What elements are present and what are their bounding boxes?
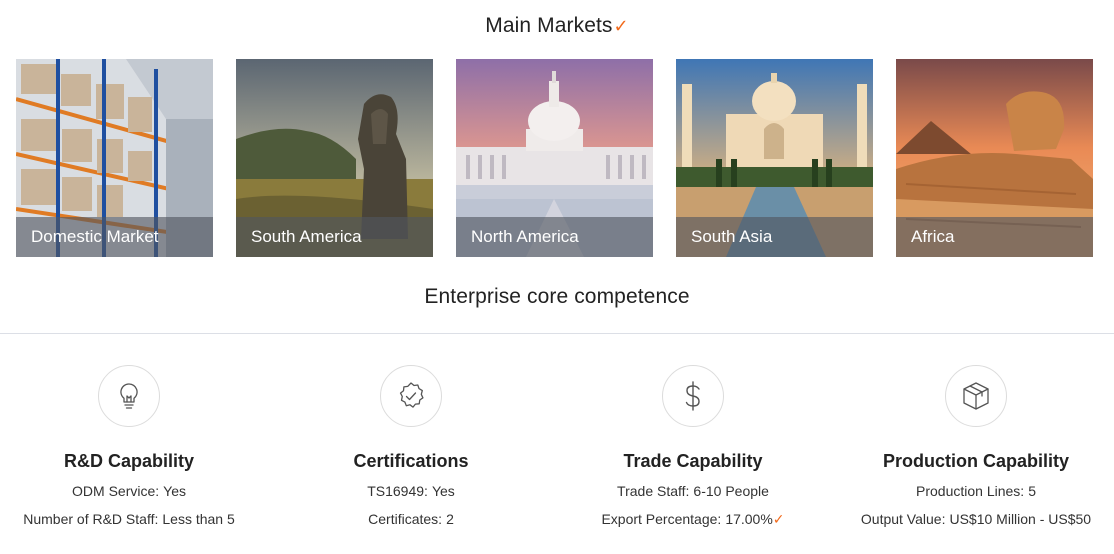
- core-competence-title: Enterprise core competence: [424, 285, 690, 308]
- competence-row: Export Percentage: 17.00%✓: [601, 511, 785, 527]
- lightbulb-icon: [98, 365, 160, 427]
- competence-row: TS16949: Yes: [367, 483, 455, 499]
- competence-title: Trade Capability: [623, 451, 763, 471]
- market-label: North America: [471, 227, 579, 246]
- competence-production: Production Capability Production Lines: 5…: [836, 365, 1114, 527]
- market-label: Domestic Market: [31, 227, 159, 246]
- box-icon: [945, 365, 1007, 427]
- competence-rd: R&D Capability ODM Service: Yes Number of…: [0, 365, 269, 527]
- section-divider: [0, 333, 1114, 334]
- competence-certifications: Certifications TS16949: Yes Certificates:…: [271, 365, 551, 527]
- main-markets-title-text: Main Markets: [485, 14, 613, 37]
- market-label: Africa: [911, 227, 955, 246]
- competence-row: ODM Service: Yes: [72, 483, 186, 499]
- competence-title: Production Capability: [882, 451, 1069, 471]
- market-card-south-america[interactable]: South America: [236, 59, 433, 257]
- market-label: South Asia: [691, 227, 773, 246]
- competence-row: Production Lines: 5: [916, 483, 1036, 499]
- market-card-south-asia[interactable]: South Asia: [676, 59, 873, 257]
- check-icon: ✓: [613, 16, 629, 36]
- market-label: South America: [251, 227, 362, 246]
- market-card-north-america[interactable]: North America: [456, 59, 653, 257]
- competence-row: Number of R&D Staff: Less than 5: [23, 511, 235, 527]
- core-competence-grid: R&D Capability ODM Service: Yes Number of…: [0, 365, 1114, 545]
- competence-title: R&D Capability: [63, 451, 195, 471]
- competence-row: Trade Staff: 6-10 People: [617, 483, 769, 499]
- competence-row: Certificates: 2: [368, 511, 454, 527]
- market-card-domestic[interactable]: Domestic Market: [16, 59, 213, 257]
- dollar-icon: [662, 365, 724, 427]
- certificate-badge-icon: [380, 365, 442, 427]
- competence-trade: Trade Capability Trade Staff: 6-10 People…: [553, 365, 833, 528]
- markets-gallery: Domestic Market South America North Amer…: [16, 59, 1096, 257]
- check-icon: ✓: [772, 511, 785, 527]
- competence-row: Output Value: US$10 Million - US$50: [860, 511, 1092, 527]
- competence-title: Certifications: [353, 451, 469, 471]
- main-markets-title: Main Markets✓: [0, 14, 1114, 38]
- market-card-africa[interactable]: Africa: [896, 59, 1093, 257]
